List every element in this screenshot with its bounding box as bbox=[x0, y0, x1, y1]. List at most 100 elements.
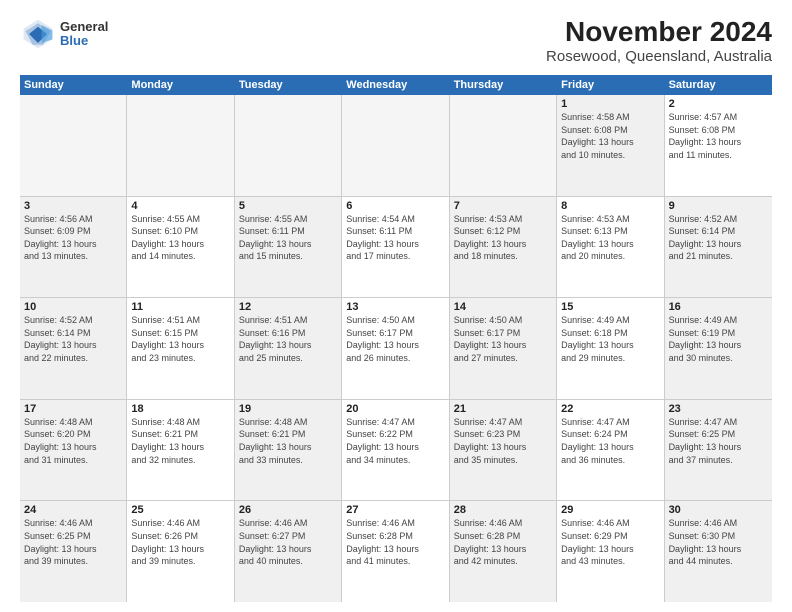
calendar-header-cell: Sunday bbox=[20, 75, 127, 95]
day-number: 13 bbox=[346, 301, 444, 313]
cell-info: Sunrise: 4:56 AM Sunset: 6:09 PM Dayligh… bbox=[24, 213, 122, 263]
calendar-cell: 20Sunrise: 4:47 AM Sunset: 6:22 PM Dayli… bbox=[342, 400, 449, 501]
cell-info: Sunrise: 4:46 AM Sunset: 6:28 PM Dayligh… bbox=[346, 517, 444, 567]
day-number: 26 bbox=[239, 504, 337, 516]
cell-info: Sunrise: 4:46 AM Sunset: 6:25 PM Dayligh… bbox=[24, 517, 122, 567]
day-number: 6 bbox=[346, 200, 444, 212]
calendar-cell bbox=[20, 95, 127, 196]
calendar-cell: 1Sunrise: 4:58 AM Sunset: 6:08 PM Daylig… bbox=[557, 95, 664, 196]
logo: General Blue bbox=[20, 16, 108, 52]
calendar-cell: 4Sunrise: 4:55 AM Sunset: 6:10 PM Daylig… bbox=[127, 197, 234, 298]
day-number: 24 bbox=[24, 504, 122, 516]
calendar-header-cell: Wednesday bbox=[342, 75, 449, 95]
calendar-cell: 26Sunrise: 4:46 AM Sunset: 6:27 PM Dayli… bbox=[235, 501, 342, 602]
page-subtitle: Rosewood, Queensland, Australia bbox=[546, 48, 772, 65]
calendar-header-cell: Friday bbox=[557, 75, 664, 95]
calendar-row: 10Sunrise: 4:52 AM Sunset: 6:14 PM Dayli… bbox=[20, 298, 772, 400]
logo-text: General Blue bbox=[60, 20, 108, 49]
day-number: 29 bbox=[561, 504, 659, 516]
day-number: 8 bbox=[561, 200, 659, 212]
day-number: 11 bbox=[131, 301, 229, 313]
calendar-cell: 14Sunrise: 4:50 AM Sunset: 6:17 PM Dayli… bbox=[450, 298, 557, 399]
calendar-cell: 21Sunrise: 4:47 AM Sunset: 6:23 PM Dayli… bbox=[450, 400, 557, 501]
calendar-header-cell: Thursday bbox=[450, 75, 557, 95]
cell-info: Sunrise: 4:53 AM Sunset: 6:13 PM Dayligh… bbox=[561, 213, 659, 263]
calendar-cell: 16Sunrise: 4:49 AM Sunset: 6:19 PM Dayli… bbox=[665, 298, 772, 399]
cell-info: Sunrise: 4:47 AM Sunset: 6:25 PM Dayligh… bbox=[669, 416, 768, 466]
cell-info: Sunrise: 4:46 AM Sunset: 6:29 PM Dayligh… bbox=[561, 517, 659, 567]
calendar-row: 1Sunrise: 4:58 AM Sunset: 6:08 PM Daylig… bbox=[20, 95, 772, 197]
day-number: 10 bbox=[24, 301, 122, 313]
day-number: 3 bbox=[24, 200, 122, 212]
cell-info: Sunrise: 4:58 AM Sunset: 6:08 PM Dayligh… bbox=[561, 111, 659, 161]
calendar-cell: 9Sunrise: 4:52 AM Sunset: 6:14 PM Daylig… bbox=[665, 197, 772, 298]
cell-info: Sunrise: 4:48 AM Sunset: 6:21 PM Dayligh… bbox=[131, 416, 229, 466]
logo-blue-text: Blue bbox=[60, 34, 108, 48]
day-number: 30 bbox=[669, 504, 768, 516]
day-number: 21 bbox=[454, 403, 552, 415]
day-number: 23 bbox=[669, 403, 768, 415]
calendar-cell: 11Sunrise: 4:51 AM Sunset: 6:15 PM Dayli… bbox=[127, 298, 234, 399]
logo-general-text: General bbox=[60, 20, 108, 34]
calendar-cell: 30Sunrise: 4:46 AM Sunset: 6:30 PM Dayli… bbox=[665, 501, 772, 602]
calendar-cell: 12Sunrise: 4:51 AM Sunset: 6:16 PM Dayli… bbox=[235, 298, 342, 399]
day-number: 27 bbox=[346, 504, 444, 516]
day-number: 19 bbox=[239, 403, 337, 415]
day-number: 1 bbox=[561, 98, 659, 110]
calendar-cell: 25Sunrise: 4:46 AM Sunset: 6:26 PM Dayli… bbox=[127, 501, 234, 602]
calendar-cell: 10Sunrise: 4:52 AM Sunset: 6:14 PM Dayli… bbox=[20, 298, 127, 399]
page-title: November 2024 bbox=[546, 16, 772, 48]
cell-info: Sunrise: 4:52 AM Sunset: 6:14 PM Dayligh… bbox=[24, 314, 122, 364]
calendar-cell: 8Sunrise: 4:53 AM Sunset: 6:13 PM Daylig… bbox=[557, 197, 664, 298]
day-number: 28 bbox=[454, 504, 552, 516]
cell-info: Sunrise: 4:46 AM Sunset: 6:26 PM Dayligh… bbox=[131, 517, 229, 567]
calendar-cell: 6Sunrise: 4:54 AM Sunset: 6:11 PM Daylig… bbox=[342, 197, 449, 298]
calendar-body: 1Sunrise: 4:58 AM Sunset: 6:08 PM Daylig… bbox=[20, 95, 772, 602]
cell-info: Sunrise: 4:46 AM Sunset: 6:30 PM Dayligh… bbox=[669, 517, 768, 567]
calendar-cell: 17Sunrise: 4:48 AM Sunset: 6:20 PM Dayli… bbox=[20, 400, 127, 501]
cell-info: Sunrise: 4:48 AM Sunset: 6:21 PM Dayligh… bbox=[239, 416, 337, 466]
day-number: 20 bbox=[346, 403, 444, 415]
calendar-cell: 24Sunrise: 4:46 AM Sunset: 6:25 PM Dayli… bbox=[20, 501, 127, 602]
day-number: 9 bbox=[669, 200, 768, 212]
cell-info: Sunrise: 4:53 AM Sunset: 6:12 PM Dayligh… bbox=[454, 213, 552, 263]
cell-info: Sunrise: 4:51 AM Sunset: 6:15 PM Dayligh… bbox=[131, 314, 229, 364]
cell-info: Sunrise: 4:47 AM Sunset: 6:23 PM Dayligh… bbox=[454, 416, 552, 466]
cell-info: Sunrise: 4:50 AM Sunset: 6:17 PM Dayligh… bbox=[454, 314, 552, 364]
calendar-cell bbox=[235, 95, 342, 196]
calendar-cell: 13Sunrise: 4:50 AM Sunset: 6:17 PM Dayli… bbox=[342, 298, 449, 399]
day-number: 5 bbox=[239, 200, 337, 212]
cell-info: Sunrise: 4:51 AM Sunset: 6:16 PM Dayligh… bbox=[239, 314, 337, 364]
cell-info: Sunrise: 4:49 AM Sunset: 6:19 PM Dayligh… bbox=[669, 314, 768, 364]
day-number: 2 bbox=[669, 98, 768, 110]
cell-info: Sunrise: 4:55 AM Sunset: 6:10 PM Dayligh… bbox=[131, 213, 229, 263]
calendar-cell: 23Sunrise: 4:47 AM Sunset: 6:25 PM Dayli… bbox=[665, 400, 772, 501]
calendar: SundayMondayTuesdayWednesdayThursdayFrid… bbox=[20, 75, 772, 602]
day-number: 17 bbox=[24, 403, 122, 415]
cell-info: Sunrise: 4:47 AM Sunset: 6:24 PM Dayligh… bbox=[561, 416, 659, 466]
cell-info: Sunrise: 4:57 AM Sunset: 6:08 PM Dayligh… bbox=[669, 111, 768, 161]
title-block: November 2024 Rosewood, Queensland, Aust… bbox=[546, 16, 772, 65]
day-number: 4 bbox=[131, 200, 229, 212]
cell-info: Sunrise: 4:55 AM Sunset: 6:11 PM Dayligh… bbox=[239, 213, 337, 263]
day-number: 12 bbox=[239, 301, 337, 313]
calendar-cell: 28Sunrise: 4:46 AM Sunset: 6:28 PM Dayli… bbox=[450, 501, 557, 602]
calendar-row: 17Sunrise: 4:48 AM Sunset: 6:20 PM Dayli… bbox=[20, 400, 772, 502]
cell-info: Sunrise: 4:46 AM Sunset: 6:28 PM Dayligh… bbox=[454, 517, 552, 567]
day-number: 25 bbox=[131, 504, 229, 516]
logo-icon bbox=[20, 16, 56, 52]
calendar-header-cell: Monday bbox=[127, 75, 234, 95]
calendar-cell: 3Sunrise: 4:56 AM Sunset: 6:09 PM Daylig… bbox=[20, 197, 127, 298]
cell-info: Sunrise: 4:48 AM Sunset: 6:20 PM Dayligh… bbox=[24, 416, 122, 466]
calendar-cell: 15Sunrise: 4:49 AM Sunset: 6:18 PM Dayli… bbox=[557, 298, 664, 399]
day-number: 7 bbox=[454, 200, 552, 212]
day-number: 18 bbox=[131, 403, 229, 415]
calendar-cell: 5Sunrise: 4:55 AM Sunset: 6:11 PM Daylig… bbox=[235, 197, 342, 298]
calendar-cell: 29Sunrise: 4:46 AM Sunset: 6:29 PM Dayli… bbox=[557, 501, 664, 602]
cell-info: Sunrise: 4:49 AM Sunset: 6:18 PM Dayligh… bbox=[561, 314, 659, 364]
cell-info: Sunrise: 4:46 AM Sunset: 6:27 PM Dayligh… bbox=[239, 517, 337, 567]
day-number: 22 bbox=[561, 403, 659, 415]
calendar-cell: 19Sunrise: 4:48 AM Sunset: 6:21 PM Dayli… bbox=[235, 400, 342, 501]
day-number: 15 bbox=[561, 301, 659, 313]
calendar-cell: 2Sunrise: 4:57 AM Sunset: 6:08 PM Daylig… bbox=[665, 95, 772, 196]
